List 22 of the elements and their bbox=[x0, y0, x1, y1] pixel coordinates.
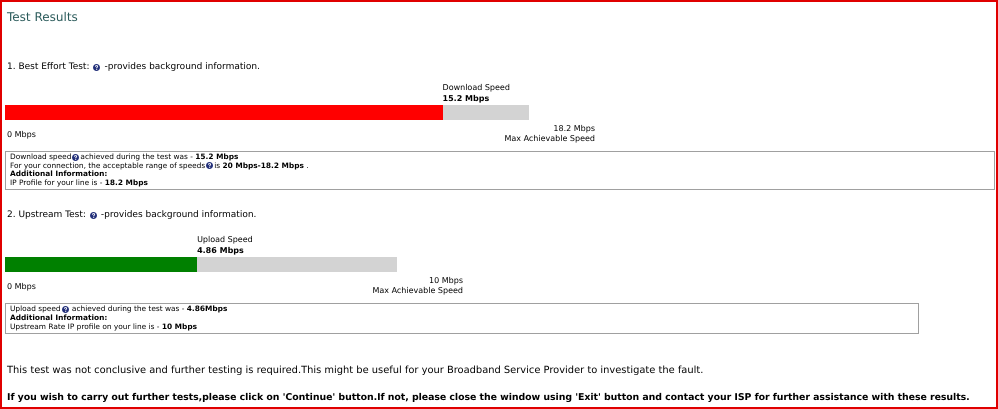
max-speed-label: Max Achievable Speed bbox=[504, 134, 595, 144]
min-speed-label: 0 Mbps bbox=[6, 130, 36, 141]
min-speed-label: 0 Mbps bbox=[6, 282, 36, 294]
instruction-text: If you wish to carry out further tests,please click on 'Continue' button.If not, please close the window using 'Exit' button and contact your ISP for further assistance with these results. bbox=[7, 392, 971, 404]
max-speed-value: 10 Mbps bbox=[428, 276, 463, 286]
page-title: Test Results bbox=[7, 10, 79, 24]
speed-value: 15.2 Mbps bbox=[442, 93, 490, 104]
test-heading: 2. Upstream Test: bbox=[7, 210, 86, 220]
max-speed-value: 18.2 Mbps bbox=[552, 124, 595, 134]
max-speed-label: Max Achievable Speed bbox=[372, 286, 463, 296]
help-icon[interactable] bbox=[72, 154, 80, 161]
help-icon[interactable] bbox=[93, 64, 100, 70]
test-note: -provides background information. bbox=[104, 62, 260, 72]
test-note: -provides background information. bbox=[100, 210, 256, 220]
conclusion-text: This test was not conclusive and further testing is required.This might be useful for your Broadband Service Provider to investigate the fault. bbox=[7, 365, 704, 376]
help-icon[interactable] bbox=[206, 162, 214, 170]
help-icon[interactable] bbox=[62, 306, 69, 314]
speed-label: Download Speed bbox=[442, 82, 511, 93]
speed-label: Upload Speed bbox=[197, 234, 254, 246]
help-icon[interactable] bbox=[90, 212, 97, 219]
speed-value: 4.86 Mbps bbox=[197, 245, 245, 256]
test-heading: 1. Best Effort Test: bbox=[7, 62, 90, 72]
